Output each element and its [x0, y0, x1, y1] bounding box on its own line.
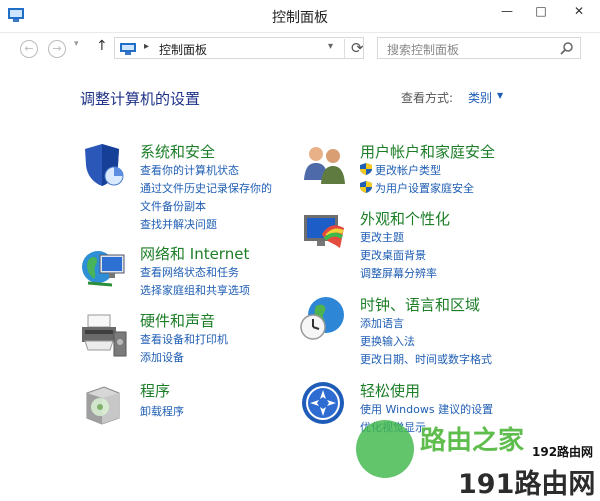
clock-globe-icon[interactable] — [300, 294, 348, 342]
link-recommended-settings[interactable]: 使用 Windows 建议的设置 — [360, 401, 493, 417]
link-devices-printers[interactable]: 查看设备和打印机 — [140, 331, 228, 347]
category-title[interactable]: 程序 — [140, 380, 170, 401]
page-title: 调整计算机的设置 — [80, 90, 201, 108]
close-button[interactable]: ✕ — [558, 0, 600, 22]
network-globe-icon[interactable] — [80, 243, 128, 291]
category-title[interactable]: 网络和 Internet — [140, 243, 249, 264]
link-adjust-resolution[interactable]: 调整屏幕分辨率 — [360, 265, 437, 281]
breadcrumb-separator-icon[interactable]: ▸ — [144, 41, 149, 52]
address-dropdown[interactable]: ▾ — [328, 41, 333, 52]
link-file-history[interactable]: 通过文件历史记录保存你的 — [140, 180, 272, 196]
search-box[interactable]: 搜索控制面板 — [377, 37, 581, 59]
hardware-printer-icon[interactable] — [80, 310, 128, 358]
link-uninstall-program[interactable]: 卸载程序 — [140, 403, 184, 419]
back-button[interactable]: ← — [20, 40, 38, 58]
link-add-device[interactable]: 添加设备 — [140, 349, 184, 365]
watermark-text: 192路由网 — [532, 445, 594, 459]
refresh-button[interactable]: ⟳ — [344, 39, 364, 58]
recent-locations-dropdown[interactable]: ▾ — [74, 39, 79, 49]
link-change-input-method[interactable]: 更换输入法 — [360, 333, 415, 349]
address-bar[interactable]: ▸ 控制面板 ▾ ⟳ — [114, 37, 364, 59]
link-file-backup[interactable]: 文件备份副本 — [140, 198, 206, 214]
link-change-desktop-background[interactable]: 更改桌面背景 — [360, 247, 426, 263]
users-icon[interactable] — [300, 141, 348, 189]
title-bar: 控制面板 — □ ✕ — [0, 0, 600, 33]
system-security-shield-icon[interactable] — [80, 141, 128, 189]
view-by-selector[interactable]: 类别 — [468, 89, 492, 106]
uac-shield-icon — [360, 163, 372, 175]
programs-box-icon[interactable] — [80, 380, 128, 428]
link-date-time-format[interactable]: 更改日期、时间或数字格式 — [360, 351, 492, 367]
view-by-dropdown-icon[interactable]: ▼ — [497, 91, 503, 100]
uac-shield-icon — [360, 181, 372, 193]
link-family-safety[interactable]: 为用户设置家庭安全 — [375, 180, 474, 196]
search-icon[interactable] — [560, 41, 574, 55]
link-homegroup[interactable]: 选择家庭组和共享选项 — [140, 282, 250, 298]
breadcrumb[interactable]: 控制面板 — [159, 41, 207, 58]
appearance-monitor-icon[interactable] — [300, 208, 348, 256]
control-panel-icon — [120, 43, 136, 55]
link-change-theme[interactable]: 更改主题 — [360, 229, 404, 245]
category-title[interactable]: 硬件和声音 — [140, 310, 215, 331]
watermark-text: 191路由网 — [458, 469, 596, 500]
category-title[interactable]: 时钟、语言和区域 — [360, 294, 480, 315]
link-add-language[interactable]: 添加语言 — [360, 315, 404, 331]
forward-button[interactable]: → — [48, 40, 66, 58]
up-button[interactable]: ↑ — [96, 38, 108, 54]
search-input[interactable]: 搜索控制面板 — [387, 41, 459, 58]
link-change-account-type[interactable]: 更改帐户类型 — [375, 162, 441, 178]
category-title[interactable]: 轻松使用 — [360, 380, 420, 401]
category-title[interactable]: 系统和安全 — [140, 141, 215, 162]
minimize-button[interactable]: — — [490, 0, 524, 22]
category-title[interactable]: 外观和个性化 — [360, 208, 450, 229]
link-view-computer-status[interactable]: 查看你的计算机状态 — [140, 162, 239, 178]
link-network-status[interactable]: 查看网络状态和任务 — [140, 264, 239, 280]
category-title[interactable]: 用户帐户和家庭安全 — [360, 141, 495, 162]
maximize-button[interactable]: □ — [524, 0, 558, 22]
watermark-text: 路由之家 — [420, 426, 525, 456]
view-by-label: 查看方式: — [401, 91, 454, 105]
link-troubleshoot[interactable]: 查找并解决问题 — [140, 216, 217, 232]
watermark-logo-icon — [356, 420, 414, 478]
navigation-bar: ← → ▾ ↑ ▸ 控制面板 ▾ ⟳ 搜索控制面板 — [0, 32, 600, 64]
ease-of-access-icon[interactable] — [300, 380, 348, 428]
